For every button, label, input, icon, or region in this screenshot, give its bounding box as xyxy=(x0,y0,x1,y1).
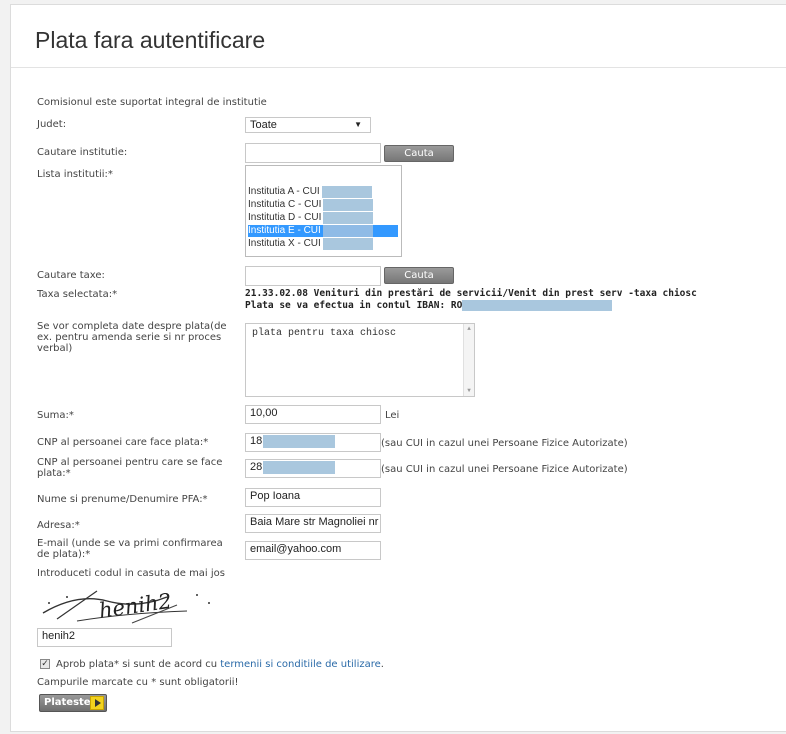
cnp-beneficiary-input[interactable]: 28 xyxy=(245,459,381,478)
selected-tax-label: Taxa selectata:* xyxy=(37,289,118,300)
institution-list-label: Lista institutii:* xyxy=(37,169,113,180)
scroll-up-icon[interactable]: ▲ xyxy=(464,324,474,334)
redacted-cui xyxy=(322,225,373,237)
redacted-cui xyxy=(321,186,372,198)
agree-text: Aprob plata* si sunt de acord cu termeni… xyxy=(56,659,384,670)
terms-link[interactable]: termenii si conditiile de utilizare xyxy=(220,659,381,670)
amount-input[interactable]: 10,00 xyxy=(245,405,381,424)
address-input[interactable]: Baia Mare str Magnoliei nr xyxy=(245,514,381,533)
search-institution-label: Cautare institutie: xyxy=(37,147,128,158)
email-input[interactable]: email@yahoo.com xyxy=(245,541,381,560)
svg-text:henih2: henih2 xyxy=(97,589,173,623)
payment-details-value: plata pentru taxa chiosc xyxy=(252,328,397,339)
name-label: Nume si prenume/Denumire PFA:* xyxy=(37,494,208,505)
institution-option[interactable]: Institutia X - CUI xyxy=(248,238,398,250)
page-title: Plata fara autentificare xyxy=(35,27,266,53)
redacted-cnp xyxy=(263,461,336,474)
institution-option[interactable]: Institutia A - CUI xyxy=(248,186,398,198)
name-input[interactable]: Pop Ioana xyxy=(245,488,381,507)
captcha-image: henih2 xyxy=(37,583,217,625)
judet-select[interactable]: Toate ▼ xyxy=(245,117,371,133)
payment-details-label: Se vor completa date despre plata(de ex.… xyxy=(37,321,227,354)
cnp-beneficiary-hint: (sau CUI in cazul unei Persoane Fizice A… xyxy=(381,464,628,475)
selected-tax-text: 21.33.02.08 Venituri din prestări de ser… xyxy=(245,288,697,299)
redacted-cui xyxy=(322,238,373,250)
institution-option-selected[interactable]: Institutia E - CUI xyxy=(248,225,398,237)
judet-label: Judet: xyxy=(37,119,67,130)
payment-details-textarea[interactable]: plata pentru taxa chiosc ▲ ▼ xyxy=(245,323,475,397)
search-tax-label: Cautare taxe: xyxy=(37,270,105,281)
cnp-beneficiary-label: CNP al persoanei pentru care se face pla… xyxy=(37,457,223,479)
payment-card: Plata fara autentificare Comisionul este… xyxy=(10,4,786,732)
redacted-iban xyxy=(462,300,613,311)
play-arrow-icon xyxy=(90,696,104,710)
address-label: Adresa:* xyxy=(37,520,80,531)
institution-option[interactable]: Institutia D - CUI xyxy=(248,212,398,224)
captcha-input[interactable]: henih2 xyxy=(37,628,172,647)
redacted-cui xyxy=(323,199,374,211)
amount-label: Suma:* xyxy=(37,410,74,421)
pay-button[interactable]: Plateste xyxy=(39,694,107,712)
institution-list[interactable]: Institutia A - CUI Institutia C - CUI In… xyxy=(245,165,402,257)
cnp-payer-label: CNP al persoanei care face plata:* xyxy=(37,437,209,448)
search-tax-button[interactable]: Cauta xyxy=(384,267,454,284)
redacted-cui xyxy=(323,212,374,224)
required-note: Campurile marcate cu * sunt obligatorii! xyxy=(37,677,239,688)
judet-value: Toate xyxy=(250,119,277,131)
search-institution-button[interactable]: Cauta xyxy=(384,145,454,162)
cnp-payer-input[interactable]: 18 xyxy=(245,433,381,452)
search-institution-input[interactable] xyxy=(245,143,381,163)
pay-button-label: Plateste xyxy=(44,697,91,708)
iban-text: Plata se va efectua in contul IBAN: RO xyxy=(245,300,613,311)
agree-checkbox[interactable]: ✓ xyxy=(40,659,50,669)
captcha-label: Introduceti codul in casuta de mai jos xyxy=(37,568,225,579)
institution-option[interactable]: Institutia C - CUI xyxy=(248,199,398,211)
amount-unit: Lei xyxy=(385,410,400,421)
email-label: E-mail (unde se va primi confirmarea de … xyxy=(37,538,223,560)
chevron-down-icon: ▼ xyxy=(354,120,362,129)
cnp-payer-hint: (sau CUI in cazul unei Persoane Fizice A… xyxy=(381,438,628,449)
search-tax-input[interactable] xyxy=(245,266,381,286)
title-divider xyxy=(11,67,786,68)
textarea-scrollbar[interactable]: ▲ ▼ xyxy=(463,324,474,396)
commission-note: Comisionul este suportat integral de ins… xyxy=(37,97,267,108)
scroll-down-icon[interactable]: ▼ xyxy=(464,386,474,396)
redacted-cnp xyxy=(263,435,336,448)
